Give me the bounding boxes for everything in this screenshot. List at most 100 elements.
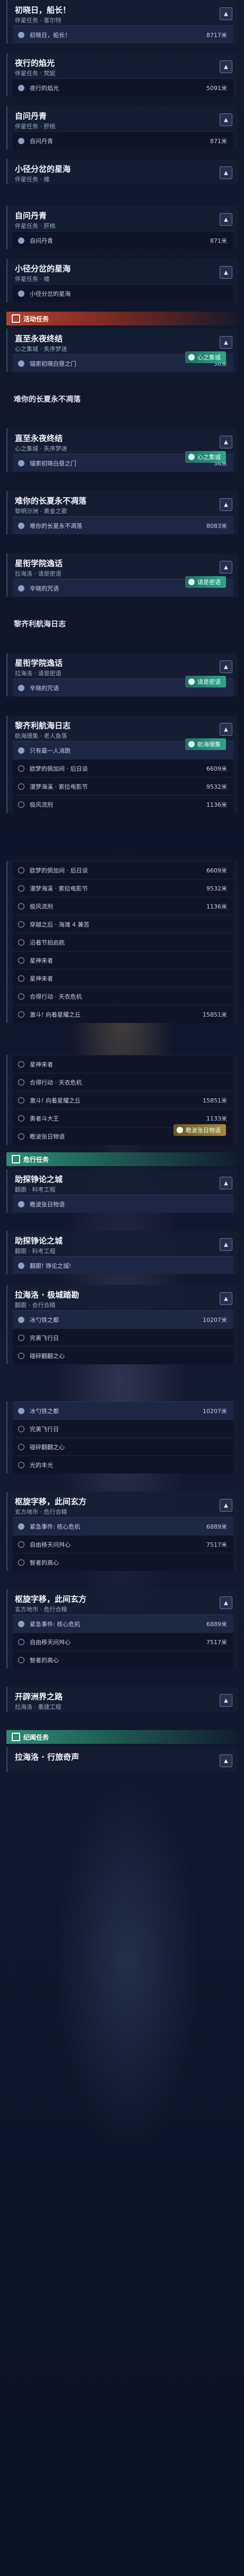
quest-panel[interactable]: 助探铮论之城 翻跟 · 科考工程 ▲ 瞻波张日物语 [6, 1169, 238, 1213]
quest-step[interactable]: 完美飞行日 [13, 1419, 233, 1437]
quest-header[interactable]: 枢旋字移，此间玄方 玄方地市 · 危行合精 ▲ [7, 1589, 238, 1615]
quest-header[interactable]: 拉海洛 · 极城踏勘 翻跟 · 合行合精 ▲ [7, 1285, 238, 1310]
quest-step[interactable]: 漫梦海溪 · 索拉电影节 9532米 [13, 777, 233, 795]
quest-header[interactable]: 自问丹青 伴星任务 · 肝桃 ▲ [7, 206, 238, 231]
quest-step[interactable]: 完美飞行日 [13, 1328, 233, 1346]
collapse-icon[interactable]: ▲ [220, 1596, 232, 1609]
quest-header[interactable]: 直至永夜终结 心之集城 · 失序梦迷 ▲ [7, 428, 238, 454]
quest-header[interactable]: 星衔学院逸话 拉海洛 · 请是密语 ▲ [7, 653, 238, 678]
quest-step[interactable]: 紧急事件: 核心危机 6889米 [13, 1517, 233, 1535]
collapse-icon[interactable]: ▲ [220, 266, 232, 279]
quest-panel[interactable]: 枢旋字移，此间玄方 玄方地市 · 危行合精 ▲ 紧急事件: 核心危机 6889米 自由移天… [6, 1589, 238, 1669]
collapse-icon[interactable]: ▲ [220, 1754, 232, 1767]
collapse-icon[interactable]: ▲ [220, 723, 232, 736]
category-header[interactable]: 危行任务 [6, 1152, 238, 1166]
collapse-icon[interactable]: ▲ [220, 1499, 232, 1512]
collapse-icon[interactable]: ▲ [220, 213, 232, 226]
quest-step[interactable]: 难你的长夏永不凋落 8083米 [13, 516, 233, 534]
quest-step[interactable]: 夜行的焰光 5091米 [13, 78, 233, 96]
collapse-icon[interactable]: ▲ [220, 498, 232, 511]
quest-header[interactable]: 拉海洛 · 行旅奇声 ▲ [7, 1747, 238, 1772]
quest-step[interactable]: 自问丹青 871米 [13, 231, 233, 249]
quest-step[interactable]: 小径分岔的星海 [13, 284, 233, 302]
quest-header[interactable]: 助探铮论之城 翻跟 · 科考工程 ▲ [7, 1169, 238, 1195]
quest-panel[interactable]: 直至永夜终结 心之集城 · 失序梦迷 ▲ 锚索初晓白昼之门 36米 心之集城 [6, 428, 238, 472]
quest-step[interactable]: 锚索初晓白昼之门 36米 心之集城 [13, 351, 233, 372]
quest-panel[interactable]: 冰勺铁之都 10207米 完美飞行日 碰碎翻翻之心 光的丰光 [6, 1401, 238, 1474]
quest-step[interactable]: 紧急事件: 核心危机 6889米 [13, 1615, 233, 1633]
quest-step[interactable]: 自由移天问舛心 7517米 [13, 1535, 233, 1553]
quest-step[interactable]: 欧梦的佩加间 · 后日谈 6609米 [13, 861, 233, 879]
quest-step[interactable]: 欧梦的佩加间 · 后日谈 6609米 [13, 759, 233, 777]
quest-panel[interactable]: 枢旋字移，此间玄方 玄方地市 · 危行合精 ▲ 紧急事件: 核心危机 6889米 自由移天… [6, 1492, 238, 1571]
quest-step[interactable]: 锚索初晓白昼之门 36米 心之集城 [13, 451, 233, 472]
collapse-icon[interactable]: ▲ [220, 336, 232, 349]
quest-title-peek[interactable]: 难你的长夏永不凋落 [6, 391, 238, 407]
quest-step[interactable]: 激斗! 向着星耀之丘 15851米 [13, 1005, 233, 1023]
quest-header[interactable]: 直至永夜终结 心之集城 · 失序梦迷 ▲ [7, 329, 238, 354]
quest-step[interactable]: 翻跟! 铮论之城! [13, 1256, 233, 1274]
collapse-icon[interactable]: ▲ [220, 436, 232, 448]
collapse-icon[interactable]: ▲ [220, 113, 232, 126]
category-header[interactable]: 纪闻任务 [6, 1730, 238, 1744]
collapse-icon[interactable]: ▲ [220, 660, 232, 673]
quest-step[interactable]: 穿越之后 · 海滩 4 兼苦 [13, 915, 233, 933]
quest-panel[interactable]: 拉海洛 · 行旅奇声 ▲ [6, 1747, 238, 1772]
quest-panel[interactable]: 自问丹青 伴星任务 · 肝桃 ▲ 自问丹青 871米 [6, 206, 238, 249]
quest-header[interactable]: 黎齐利航海日志 航海珊集 · 老人鱼落 ▲ [7, 716, 238, 741]
quest-header[interactable]: 小径分岔的星海 伴星任务 · 楼 ▲ [7, 159, 238, 184]
quest-panel[interactable]: 自问丹青 伴星任务 · 肝桃 ▲ 自问丹青 871米 [6, 106, 238, 149]
category-header[interactable]: 活动任务 [6, 312, 238, 325]
quest-panel[interactable]: 夜行的焰光 伴星任务 · 梵妮 ▲ 夜行的焰光 5091米 [6, 53, 238, 96]
quest-step[interactable]: 自由移天问舛心 7517米 [13, 1633, 233, 1651]
quest-step[interactable]: 辛晓的咒语 请是密语 [13, 676, 233, 696]
quest-title-peek[interactable]: 黎齐利航海日志 [6, 616, 238, 632]
quest-panel[interactable]: 拉海洛 · 极城踏勘 翻跟 · 合行合精 ▲ 冰勺铁之都 10207米 完美飞行日 碰碎翻翻… [6, 1285, 238, 1364]
quest-step[interactable]: 漫梦海溪 · 索拉电影节 9532米 [13, 879, 233, 897]
quest-panel[interactable]: 星衔学院逸话 拉海洛 · 请是密语 ▲ 辛晓的咒语 请是密语 [6, 653, 238, 696]
quest-header[interactable]: 星衔学院逸话 拉海洛 · 请是密语 ▲ [7, 553, 238, 579]
quest-step[interactable]: 冰勺铁之都 10207米 [13, 1310, 233, 1328]
quest-step[interactable]: 星神来者 [13, 969, 233, 987]
quest-step[interactable]: 初晓日，船长！ 8717米 [13, 25, 233, 43]
quest-step[interactable]: 极风流刑 1136米 [13, 897, 233, 915]
quest-panel[interactable]: 直至永夜终结 心之集城 · 失序梦迷 ▲ 锚索初晓白昼之门 36米 心之集城 [6, 329, 238, 372]
quest-step[interactable]: 光的丰光 [13, 1455, 233, 1474]
collapse-icon[interactable]: ▲ [220, 166, 232, 179]
quest-step[interactable]: 只有最一人消跑 航海珊集 [13, 738, 233, 759]
quest-step[interactable]: 自问丹青 871米 [13, 131, 233, 149]
quest-step[interactable]: 智者的高心 [13, 1553, 233, 1571]
quest-panel[interactable]: 难你的长夏永不凋落 黎明沙洲 · 黄金之歌 ▲ 难你的长夏永不凋落 8083米 [6, 491, 238, 534]
quest-header[interactable]: 夜行的焰光 伴星任务 · 梵妮 ▲ [7, 53, 238, 78]
quest-panel[interactable]: 初晓日，船长！ 伴星任务 · 客尔特 ▲ 初晓日，船长！ 8717米 [6, 0, 238, 43]
quest-panel[interactable]: 小径分岔的星海 伴星任务 · 楼 ▲ [6, 159, 238, 184]
quest-step[interactable]: 碰碎翻翻之心 [13, 1437, 233, 1455]
collapse-icon[interactable]: ▲ [220, 7, 232, 20]
collapse-icon[interactable]: ▲ [220, 1177, 232, 1189]
quest-panel[interactable]: 开辟洲界之路 拉海洛 · 重建工程 ▲ [6, 1687, 238, 1712]
quest-step[interactable]: 碰碎翻翻之心 [13, 1346, 233, 1364]
quest-step[interactable]: 合得行动 · 天衣危机 [13, 987, 233, 1005]
quest-step[interactable]: 极风流刑 1136米 [13, 795, 233, 813]
quest-step[interactable]: 合得行动 · 天衣危机 [13, 1073, 233, 1091]
quest-step[interactable]: 沿着节拍启航 [13, 933, 233, 951]
collapse-icon[interactable]: ▲ [220, 1292, 232, 1305]
quest-header[interactable]: 开辟洲界之路 拉海洛 · 重建工程 ▲ [7, 1687, 238, 1712]
quest-header[interactable]: 初晓日，船长！ 伴星任务 · 客尔特 ▲ [7, 0, 238, 25]
quest-panel[interactable]: 助探铮论之城 翻跟 · 科考工程 ▲ 翻跟! 铮论之城! [6, 1231, 238, 1274]
quest-header[interactable]: 枢旋字移，此间玄方 玄方地市 · 危行合精 ▲ [7, 1492, 238, 1517]
collapse-icon[interactable]: ▲ [220, 1694, 232, 1707]
quest-step[interactable]: 瞻波张日物语 [13, 1195, 233, 1213]
quest-step[interactable]: 冰勺铁之都 10207米 [13, 1401, 233, 1419]
quest-step[interactable]: 星神来者 [13, 1055, 233, 1073]
quest-panel[interactable]: 小径分岔的星海 伴星任务 · 楼 ▲ 小径分岔的星海 [6, 259, 238, 302]
quest-step[interactable]: 激斗! 向着星耀之丘 15851米 [13, 1091, 233, 1109]
quest-header[interactable]: 助探铮论之城 翻跟 · 科考工程 ▲ [7, 1231, 238, 1256]
quest-step[interactable]: 瞻波张日物语 瞻波张日物语 [13, 1124, 233, 1145]
collapse-icon[interactable]: ▲ [220, 60, 232, 73]
quest-step[interactable]: 智者的高心 [13, 1651, 233, 1669]
quest-step[interactable]: 星神来者 [13, 951, 233, 969]
quest-header[interactable]: 难你的长夏永不凋落 黎明沙洲 · 黄金之歌 ▲ [7, 491, 238, 516]
quest-panel[interactable]: 星衔学院逸话 拉海洛 · 请是密语 ▲ 辛晓的咒语 请是密语 [6, 553, 238, 597]
quest-header[interactable]: 小径分岔的星海 伴星任务 · 楼 ▲ [7, 259, 238, 284]
